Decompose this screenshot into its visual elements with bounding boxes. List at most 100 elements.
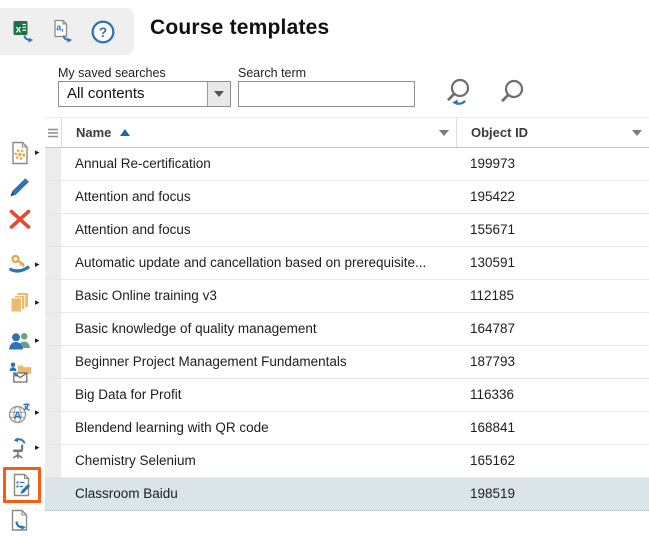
search-reset-button[interactable]	[440, 74, 478, 112]
row-gutter	[45, 148, 61, 180]
cell-object-id: 164787	[456, 313, 649, 345]
cell-name: Classroom Baidu	[61, 478, 456, 510]
export-text-button[interactable]: a,	[50, 18, 78, 46]
export-text-icon: a,	[50, 18, 78, 46]
column-object-id-label: Object ID	[471, 125, 528, 140]
svg-text:?: ?	[99, 24, 108, 40]
saved-searches-dropdown[interactable]: All contents	[58, 81, 231, 107]
chevron-down-icon	[214, 91, 224, 97]
filter-chevron-icon	[439, 130, 449, 136]
search-reset-icon	[440, 74, 478, 112]
sidebar-edit-button[interactable]	[5, 172, 35, 202]
row-gutter	[45, 313, 61, 345]
help-button[interactable]: ?	[89, 18, 117, 46]
export-excel-button[interactable]: x	[11, 18, 39, 46]
cell-name: Blendend learning with QR code	[61, 412, 456, 444]
cell-object-id: 130591	[456, 247, 649, 279]
page-title: Course templates	[150, 16, 329, 40]
row-gutter	[45, 478, 61, 510]
table-row-selected[interactable]: Classroom Baidu 198519	[45, 478, 649, 511]
menu-lines-icon	[47, 127, 59, 139]
sidebar-correspondence-button[interactable]	[5, 358, 35, 388]
cell-name: Attention and focus	[61, 181, 456, 213]
table-row[interactable]: Basic Online training v3 112185	[45, 280, 649, 313]
object-id-filter-button[interactable]	[632, 130, 642, 136]
copy-flyout-arrow[interactable]: ▸	[35, 296, 40, 308]
topbar: x a, ?	[0, 8, 134, 55]
row-gutter	[45, 280, 61, 312]
cell-object-id: 116336	[456, 379, 649, 411]
participants-users-icon	[7, 328, 33, 354]
permissions-hand-key-icon	[7, 252, 33, 278]
participants-flyout-arrow[interactable]: ▸	[35, 334, 40, 346]
row-gutter	[45, 181, 61, 213]
search-icon	[494, 74, 532, 112]
saved-searches-dropdown-button[interactable]	[207, 82, 230, 106]
cell-object-id: 198519	[456, 478, 649, 510]
sidebar-cancellation-button[interactable]	[5, 433, 35, 463]
cell-object-id: 195422	[456, 181, 649, 213]
sidebar-copy-button[interactable]	[5, 288, 35, 318]
export-excel-icon: x	[11, 18, 39, 46]
sidebar-delete-button[interactable]	[5, 204, 35, 234]
cell-name: Chemistry Selenium	[61, 445, 456, 477]
sidebar-participants-button[interactable]	[5, 326, 35, 356]
cancellation-chair-icon	[7, 435, 33, 461]
sidebar-export-document-button[interactable]	[5, 506, 35, 536]
permissions-flyout-arrow[interactable]: ▸	[35, 258, 40, 270]
row-gutter	[45, 346, 61, 378]
table-row[interactable]: Attention and focus 195422	[45, 181, 649, 214]
table-row[interactable]: Beginner Project Management Fundamentals…	[45, 346, 649, 379]
table-row[interactable]: Annual Re-certification 199973	[45, 148, 649, 181]
search-term-label: Search term	[238, 66, 306, 80]
table-row[interactable]: Chemistry Selenium 165162	[45, 445, 649, 478]
saved-searches-value: All contents	[59, 82, 207, 106]
correspondence-icon	[7, 360, 33, 386]
column-name-label: Name	[76, 125, 111, 140]
sidebar-permissions-button[interactable]	[5, 250, 35, 280]
cell-object-id: 155671	[456, 214, 649, 246]
cell-name: Big Data for Profit	[61, 379, 456, 411]
column-header-name[interactable]: Name	[62, 118, 457, 147]
edit-pencil-icon	[7, 174, 33, 200]
sidebar-translations-button[interactable]: A	[5, 398, 35, 428]
svg-text:x: x	[16, 23, 22, 35]
saved-searches-label: My saved searches	[58, 66, 166, 80]
cell-object-id: 112185	[456, 280, 649, 312]
sidebar-new-content-button[interactable]	[5, 138, 35, 168]
column-header-object-id[interactable]: Object ID	[457, 118, 649, 147]
table-body: Annual Re-certification 199973 Attention…	[45, 148, 649, 511]
filter-chevron-icon	[632, 130, 642, 136]
row-handle-header[interactable]	[45, 118, 62, 147]
sidebar: ▸ ▸ ▸ ▸	[0, 60, 45, 514]
translations-flyout-arrow[interactable]: ▸	[35, 406, 40, 418]
table-row[interactable]: Big Data for Profit 116336	[45, 379, 649, 412]
cell-name: Basic Online training v3	[61, 280, 456, 312]
table-row[interactable]: Basic knowledge of quality management 16…	[45, 313, 649, 346]
table-row[interactable]: Attention and focus 155671	[45, 214, 649, 247]
row-gutter	[45, 412, 61, 444]
cell-name: Attention and focus	[61, 214, 456, 246]
help-icon: ?	[89, 18, 117, 46]
row-gutter	[45, 247, 61, 279]
delete-x-icon	[7, 206, 33, 232]
course-template-details-icon	[9, 472, 35, 498]
search-button[interactable]	[494, 74, 532, 112]
table-row[interactable]: Blendend learning with QR code 168841	[45, 412, 649, 445]
sidebar-course-template-details-button[interactable]	[3, 467, 41, 503]
new-content-flyout-arrow[interactable]: ▸	[35, 146, 40, 158]
export-document-icon	[7, 508, 33, 534]
table-row[interactable]: Automatic update and cancellation based …	[45, 247, 649, 280]
table-header: Name Object ID	[45, 117, 649, 148]
cell-name: Beginner Project Management Fundamentals	[61, 346, 456, 378]
name-filter-button[interactable]	[439, 130, 449, 136]
cell-name: Automatic update and cancellation based …	[61, 247, 456, 279]
new-content-icon	[7, 140, 33, 166]
search-term-input[interactable]	[238, 81, 415, 107]
cancellation-flyout-arrow[interactable]: ▸	[35, 441, 40, 453]
row-gutter	[45, 214, 61, 246]
cell-object-id: 168841	[456, 412, 649, 444]
copy-icon	[7, 290, 33, 316]
cell-object-id: 199973	[456, 148, 649, 180]
cell-name: Annual Re-certification	[61, 148, 456, 180]
